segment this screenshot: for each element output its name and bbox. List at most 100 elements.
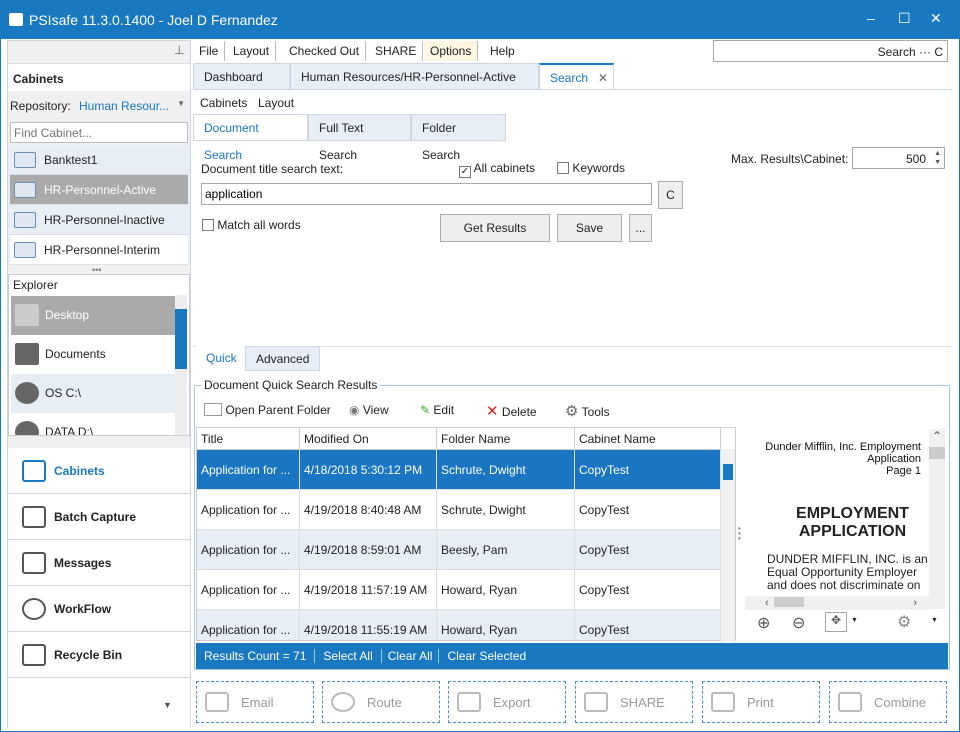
subnav-cabinets[interactable]: Cabinets	[200, 96, 247, 110]
cabinet-item[interactable]: HR-Personnel-Inactive	[10, 205, 188, 235]
menu-share[interactable]: SHARE	[369, 41, 424, 61]
share-button[interactable]: SHARE	[575, 681, 693, 723]
tools-button[interactable]: ⚙ Tools	[565, 402, 610, 420]
column-header[interactable]: Title	[197, 428, 300, 450]
print-button[interactable]: Print	[702, 681, 820, 723]
explorer-scrollbar[interactable]	[175, 295, 187, 435]
pan-dropdown-icon[interactable]: ▼	[851, 617, 858, 624]
search-text-input[interactable]	[201, 183, 652, 205]
menu-layout[interactable]: Layout	[227, 41, 277, 61]
save-button[interactable]: Save	[557, 214, 622, 242]
get-results-button[interactable]: Get Results	[440, 214, 550, 242]
zoom-in-icon[interactable]: ⊕	[757, 613, 770, 633]
explorer-item-c[interactable]: OS C:\	[11, 374, 175, 413]
cabinet-item-selected[interactable]: HR-Personnel-Active	[10, 175, 188, 205]
tab-search[interactable]: Search ✕	[539, 63, 614, 90]
nav-overflow-chevron-icon[interactable]: ▼	[163, 700, 172, 710]
chevron-down-icon: ▼	[177, 99, 185, 108]
explorer-label: OS C:\	[45, 386, 82, 400]
tab-dashboard[interactable]: Dashboard	[193, 63, 290, 90]
subnav-layout[interactable]: Layout	[258, 96, 294, 110]
nav-messages[interactable]: Messages	[8, 540, 190, 586]
button-label: Email	[241, 695, 274, 710]
tab-hr-personnel-active[interactable]: Human Resources/HR-Personnel-Active	[290, 63, 539, 90]
explorer-item-d[interactable]: DATA D:\	[11, 413, 175, 435]
pin-icon[interactable]: ⊥	[174, 43, 184, 57]
clear-query-button[interactable]: C	[658, 181, 683, 209]
pan-icon[interactable]: ✥	[825, 612, 847, 632]
nav-cabinets[interactable]: Cabinets	[8, 448, 190, 494]
view-button[interactable]: ◉ View	[349, 403, 389, 417]
delete-button[interactable]: ✕ Delete	[486, 402, 537, 420]
menu-options[interactable]: Options	[424, 41, 479, 61]
repository-label: Repository:	[10, 99, 71, 113]
table-row[interactable]: Application for ... 4/19/2018 11:55:19 AM…	[197, 610, 735, 640]
column-header[interactable]: Modified On	[300, 428, 437, 450]
preview-line: APPLICATION	[798, 523, 907, 540]
folder-icon	[204, 403, 222, 416]
nav-workflow[interactable]: WorkFlow	[8, 586, 190, 632]
menu-file[interactable]: File	[193, 41, 226, 61]
more-button[interactable]: ...	[629, 214, 652, 242]
export-button[interactable]: Export	[448, 681, 566, 723]
maximize-button[interactable]: ☐	[898, 10, 911, 27]
global-search-box[interactable]: Search ··· C	[713, 40, 948, 62]
settings-dropdown-icon[interactable]: ▼	[931, 617, 938, 624]
combine-button[interactable]: Combine	[829, 681, 947, 723]
preview-vscrollbar[interactable]: ⌃	[929, 429, 945, 609]
close-tab-icon[interactable]: ✕	[598, 71, 608, 85]
table-row[interactable]: Application for ... 4/18/2018 5:30:12 PM S…	[197, 450, 735, 490]
cabinet-item[interactable]: Banktest1	[10, 145, 188, 175]
button-label: Print	[747, 695, 774, 710]
column-header[interactable]: Folder Name	[437, 428, 575, 450]
workflow-icon	[22, 598, 46, 620]
splitter-grip[interactable]: •••	[738, 525, 741, 543]
select-all-link[interactable]: Select All	[315, 649, 382, 663]
cabinet-label: Banktest1	[44, 153, 98, 167]
clear-selected-link[interactable]: Clear Selected	[439, 649, 534, 663]
preview-line: EMPLOYMENT	[796, 505, 909, 522]
tab-advanced[interactable]: Advanced	[245, 346, 321, 371]
tab-full-text-search[interactable]: Full Text Search	[308, 114, 411, 162]
preview-line: Dunder Mifflin, Inc. Employment	[765, 441, 921, 453]
cabinet-item[interactable]: HR-Personnel-Interim	[10, 235, 188, 265]
column-header[interactable]: Cabinet Name	[575, 428, 721, 450]
settings-gear-icon[interactable]: ⚙	[897, 612, 911, 632]
minimize-button[interactable]: –	[867, 10, 875, 26]
table-cell: CopyTest	[575, 450, 721, 490]
tab-folder-search[interactable]: Folder Search	[411, 114, 506, 162]
close-button[interactable]: ✕	[930, 10, 942, 27]
nav-recycle-bin[interactable]: Recycle Bin	[8, 632, 190, 678]
edit-button[interactable]: ✎ Edit	[420, 403, 454, 417]
nav-batch-capture[interactable]: Batch Capture	[8, 494, 190, 540]
table-cell: 4/19/2018 11:55:19 AM	[300, 610, 437, 640]
cabinet-icon	[14, 182, 36, 198]
find-cabinet-input[interactable]	[10, 122, 188, 143]
explorer-item-documents[interactable]: Documents	[11, 335, 175, 374]
table-row[interactable]: Application for ... 4/19/2018 8:59:01 AM B…	[197, 530, 735, 570]
stepper-arrows-icon[interactable]: ▲ ▼	[934, 149, 941, 167]
explorer-item-desktop[interactable]: Desktop	[11, 296, 175, 335]
zoom-out-icon[interactable]: ⊖	[792, 613, 805, 633]
email-button[interactable]: Email	[196, 681, 314, 723]
table-row[interactable]: Application for ... 4/19/2018 8:40:48 AM S…	[197, 490, 735, 530]
match-all-checkbox[interactable]: Match all words	[202, 218, 301, 232]
grid-scrollbar[interactable]	[721, 449, 735, 641]
table-cell: Application for ...	[197, 530, 300, 570]
keywords-checkbox[interactable]: Keywords	[557, 161, 625, 175]
route-button[interactable]: Route	[322, 681, 440, 723]
max-results-stepper[interactable]: 500 ▲ ▼	[852, 147, 945, 169]
preview-hscrollbar[interactable]: ‹ ›	[745, 596, 929, 610]
repository-select[interactable]: Human Resour... ▼	[79, 99, 187, 113]
checkbox-label: Match all words	[217, 218, 301, 232]
clear-all-link[interactable]: Clear All	[381, 649, 440, 663]
table-row[interactable]: Application for ... 4/19/2018 11:57:19 AM…	[197, 570, 735, 610]
tab-document-search[interactable]: Document Search	[193, 114, 308, 162]
checkbox-label: All cabinets	[473, 161, 536, 175]
tab-quick[interactable]: Quick	[196, 346, 247, 371]
all-cabinets-checkbox[interactable]: ✓ All cabinets	[459, 161, 535, 178]
menu-help[interactable]: Help	[484, 41, 521, 61]
menu-checked-out[interactable]: Checked Out	[283, 41, 367, 61]
search-clear-button[interactable]: C	[934, 45, 943, 59]
open-parent-folder-button[interactable]: Open Parent Folder	[204, 403, 331, 417]
